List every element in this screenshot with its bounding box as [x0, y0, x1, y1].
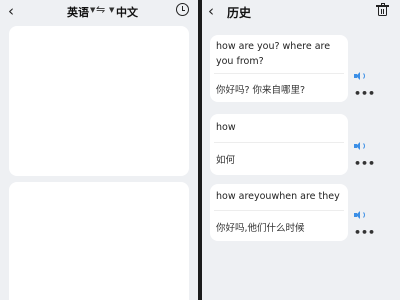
caret-down-icon: ▼	[90, 6, 96, 14]
history-item-separator	[214, 142, 344, 143]
swap-icon[interactable]: ⇋	[96, 3, 105, 16]
source-language-selector[interactable]: 英语	[67, 4, 89, 20]
history-source-text: how are you? where are you from?	[216, 41, 331, 67]
history-item[interactable]: how 如何	[210, 114, 348, 175]
history-clock-icon[interactable]	[176, 3, 189, 16]
back-arrow-icon[interactable]: ‹	[208, 3, 214, 19]
more-options-icon[interactable]: •••	[354, 87, 375, 100]
input-text-area[interactable]	[9, 26, 189, 176]
speaker-icon[interactable]	[354, 71, 365, 81]
page-title: 历史	[227, 6, 252, 20]
history-item[interactable]: how areyouwhen are they 你好吗,他们什么时候	[210, 184, 348, 241]
trash-icon[interactable]	[376, 3, 389, 16]
history-translation-text: 你好吗,他们什么时候	[216, 223, 305, 234]
translator-header: ‹ 英语 ▼ ⇋ ▼ 中文	[0, 0, 198, 24]
speaker-icon[interactable]	[354, 210, 365, 220]
history-source-text: how	[216, 122, 236, 133]
history-item-separator	[214, 73, 344, 74]
more-options-icon[interactable]: •••	[354, 226, 375, 239]
history-source-text: how areyouwhen are they	[216, 191, 340, 202]
history-screen: ‹ 历史 how are you? where are you from? 你好…	[202, 0, 400, 300]
history-item-separator	[214, 210, 344, 211]
history-translation-text: 如何	[216, 155, 236, 166]
back-arrow-icon[interactable]: ‹	[8, 3, 14, 19]
caret-down-icon: ▼	[109, 6, 115, 14]
target-language-selector[interactable]: 中文	[116, 4, 138, 20]
history-translation-text: 你好吗? 你来自哪里?	[216, 85, 306, 96]
speaker-icon[interactable]	[354, 141, 365, 151]
history-item[interactable]: how are you? where are you from? 你好吗? 你来…	[210, 35, 348, 102]
translation-output-area	[9, 182, 189, 300]
history-header: ‹ 历史	[202, 0, 400, 24]
more-options-icon[interactable]: •••	[354, 157, 375, 170]
translator-screen: ‹ 英语 ▼ ⇋ ▼ 中文	[0, 0, 198, 300]
